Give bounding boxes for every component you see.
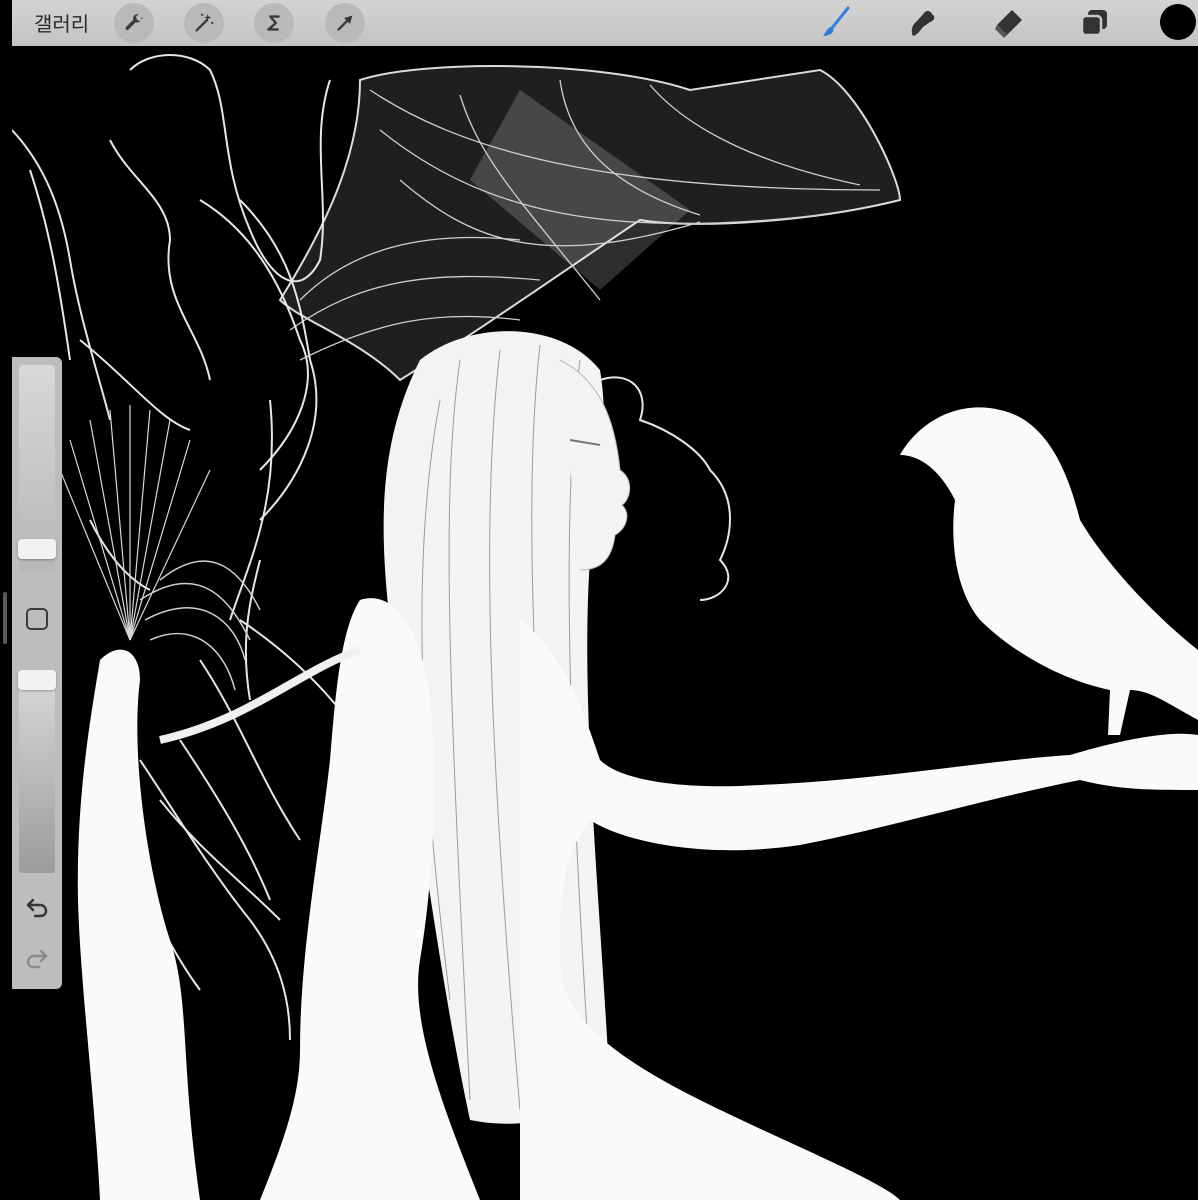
magic-wand-icon [195,13,214,32]
brush-icon [823,6,850,36]
color-picker-button[interactable] [1160,4,1196,40]
selection-button[interactable] [254,3,294,43]
adjustments-button[interactable] [184,3,224,43]
split-view-handle[interactable] [3,592,7,644]
undo-button[interactable] [24,894,50,920]
layers-button[interactable] [1074,3,1114,43]
eyedropper-modify-button[interactable] [26,608,48,630]
artwork [12,46,1198,1200]
wrench-icon [125,14,143,31]
drawing-canvas[interactable] [12,46,1198,1200]
brush-sidebar [12,357,62,989]
brush-size-knob[interactable] [18,539,56,559]
undo-icon [26,898,48,918]
opacity-slider[interactable] [19,673,55,873]
top-toolbar: 갤러리 [12,0,1198,46]
gallery-button[interactable]: 갤러리 [34,8,89,37]
arrow-cursor-icon [337,15,353,31]
eraser-icon [995,10,1022,38]
smudge-tool-button[interactable] [902,3,942,43]
brush-tool-button[interactable] [815,3,855,43]
smudge-icon [911,10,935,36]
transform-button[interactable] [325,3,365,43]
actions-button[interactable] [114,3,154,43]
layers-icon [1080,10,1107,37]
redo-button[interactable] [24,945,50,971]
redo-icon [26,949,48,969]
screen-bezel [0,0,12,1200]
eraser-tool-button[interactable] [989,3,1029,43]
selection-s-icon [267,15,280,31]
opacity-knob[interactable] [18,670,56,690]
